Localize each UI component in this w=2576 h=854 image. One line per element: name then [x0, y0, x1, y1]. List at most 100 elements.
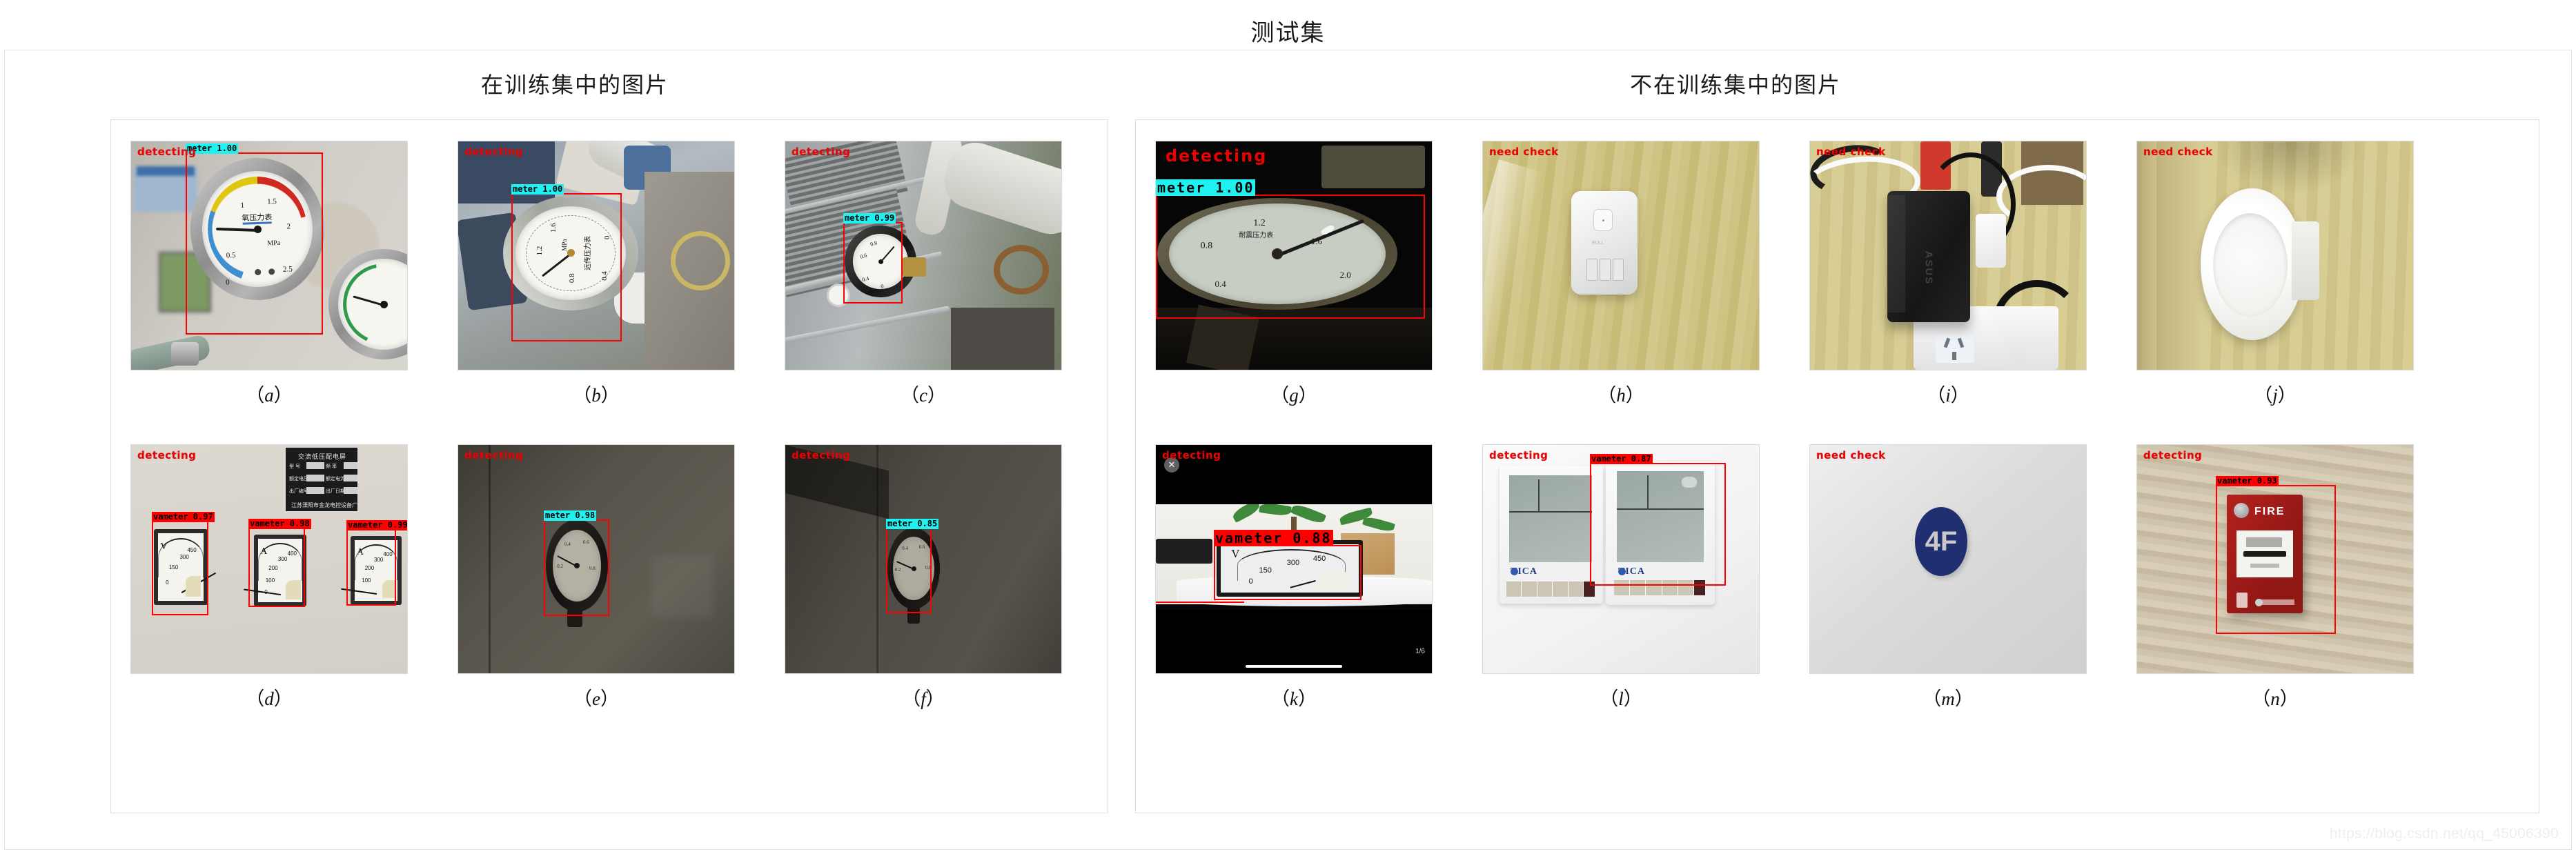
figure-j-image[interactable]: need check — [2136, 141, 2414, 370]
status-label: detecting — [792, 146, 851, 158]
figure-h-image[interactable]: BULL need check — [1482, 141, 1760, 370]
usb-port — [1613, 259, 1624, 281]
figure-row: 交流低压配电屏 型 号 频 率 额定电压 额定电流 出厂编号 出厂日期 江苏溧阳… — [111, 444, 1108, 748]
down-button[interactable] — [1568, 582, 1584, 597]
section-header-not-in-training: 不在训练集中的图片 — [1630, 72, 1842, 97]
nameplate-title: 交流低压配电屏 — [298, 453, 347, 460]
figure-c: 0.8 0.6 0.4 0 detecting meter 0.99 （c） — [785, 141, 1062, 444]
detection-label: meter 0.85 — [886, 519, 939, 529]
power-button[interactable] — [1593, 209, 1613, 231]
usb-charger: BULL — [1571, 191, 1638, 295]
figure-caption: （i） — [1927, 385, 1969, 406]
figure-caption: （n） — [2252, 688, 2299, 709]
caption-letter: b — [591, 385, 601, 406]
figure-b: 远传压力表 1.2 1.6 0.8 0.4 0 MPa detecting me… — [458, 141, 735, 444]
detection-box: meter 1.00 — [511, 184, 622, 341]
caption-letter: e — [592, 688, 600, 709]
status-label: detecting — [1162, 449, 1221, 461]
floor-sign: 4F — [1915, 507, 1967, 576]
figure-e-image[interactable]: 0.4 0.6 0.2 0.8 detecting meter 0.98 — [458, 444, 735, 674]
detection-box: meter 0.85 — [886, 519, 939, 613]
figure-row: 氧压力表 0.5 0 1 1.5 2 2.5 MPa detecting met… — [111, 141, 1108, 444]
watermark: https://blog.csdn.net/qq_45006390 — [2329, 826, 2559, 842]
equipment-nameplate: 交流低压配电屏 型 号 频 率 额定电压 额定电流 出厂编号 出厂日期 江苏溧阳… — [284, 446, 359, 513]
nameplate-row: 额定电压 — [289, 477, 308, 481]
detection-label: vameter 0.97 — [152, 512, 215, 522]
figure-f-image[interactable]: 0.4 0.6 0.2 0.8 detecting meter 0.85 — [785, 444, 1062, 674]
figure-b-image[interactable]: 远传压力表 1.2 1.6 0.8 0.4 0 MPa detecting me… — [458, 141, 735, 370]
figure-i-image[interactable]: ASUS need check — [1809, 141, 2087, 370]
heat-button[interactable] — [1522, 582, 1537, 597]
detection-label: vameter 0.93 — [2216, 476, 2279, 486]
figure-a-image[interactable]: 氧压力表 0.5 0 1 1.5 2 2.5 MPa detecting met… — [130, 141, 408, 370]
status-label: detecting — [792, 449, 851, 461]
status-label: detecting — [464, 449, 524, 461]
detection-label: meter 0.99 — [843, 213, 896, 224]
detection-box: vameter 0.97 — [152, 512, 215, 615]
usb-port — [1600, 259, 1611, 281]
nameplate-row: 频 率 — [326, 464, 337, 469]
figure-caption: （a） — [246, 385, 293, 406]
figure-d: 交流低压配电屏 型 号 频 率 额定电压 额定电流 出厂编号 出厂日期 江苏溧阳… — [130, 444, 408, 748]
figure-caption: （e） — [573, 688, 619, 709]
page-title: 测试集 — [1250, 21, 1326, 46]
figure-e: 0.4 0.6 0.2 0.8 detecting meter 0.98 （e） — [458, 444, 735, 748]
detection-label: vameter 0.98 — [248, 519, 311, 529]
status-label: detecting — [1489, 449, 1548, 461]
figure-m: 4F need check （m） — [1809, 444, 2087, 748]
panel-in-training: 氧压力表 0.5 0 1 1.5 2 2.5 MPa detecting met… — [110, 119, 1108, 813]
cool-button[interactable] — [1537, 582, 1553, 597]
figure-c-image[interactable]: 0.8 0.6 0.4 0 detecting meter 0.99 — [785, 141, 1062, 370]
figure-k-image[interactable]: V 450 300 150 0 ✕ 1/6 detecting vameter … — [1155, 444, 1433, 674]
page-counter: 1/6 — [1415, 648, 1425, 655]
detection-box: meter 1.00 — [186, 143, 323, 335]
section-headers: 在训练集中的图片 不在训练集中的图片 — [5, 50, 2571, 123]
detection-box: meter 1.00 — [1156, 179, 1425, 319]
caption-letter: n — [2270, 688, 2280, 709]
status-label: detecting — [1166, 146, 1268, 166]
figure-d-image[interactable]: 交流低压配电屏 型 号 频 率 额定电压 额定电流 出厂编号 出厂日期 江苏溧阳… — [130, 444, 408, 674]
detection-label: vameter 0.88 — [1214, 530, 1333, 546]
figure-l-image[interactable]: TICA TICA detecting vameter 0.87 — [1482, 444, 1760, 674]
detection-box: vameter 0.88 — [1214, 530, 1361, 600]
caption-letter: a — [264, 385, 274, 406]
caption-letter: c — [919, 385, 927, 406]
status-label: need check — [1489, 146, 1559, 158]
nameplate-footer: 江苏溧阳市金龙电控设备厂 — [291, 502, 357, 508]
usb-port — [1586, 259, 1597, 281]
figure-grid-left: 氧压力表 0.5 0 1 1.5 2 2.5 MPa detecting met… — [111, 120, 1108, 813]
caption-letter: d — [264, 688, 274, 709]
figure-caption: （h） — [1597, 385, 1644, 406]
power-adapter: ASUS — [1887, 191, 1970, 322]
figure-m-image[interactable]: 4F need check — [1809, 444, 2087, 674]
home-indicator — [1246, 665, 1342, 668]
figure-n-image[interactable]: FIRE detecting vameter 0.93 — [2136, 444, 2414, 674]
caption-letter: g — [1289, 385, 1299, 406]
caption-letter: m — [1941, 688, 1955, 709]
panel-not-in-training: 1.2 0.8 1.6 2.0 0.4 耐震压力表 det — [1135, 119, 2539, 813]
detection-box: vameter 0.98 — [248, 519, 311, 607]
figure-g-image[interactable]: 1.2 0.8 1.6 2.0 0.4 耐震压力表 det — [1155, 141, 1433, 370]
section-header-in-training: 在训练集中的图片 — [481, 72, 669, 97]
figure-caption: （j） — [2254, 385, 2297, 406]
detection-label: vameter 0.99 — [346, 520, 408, 530]
detection-label: meter 1.00 — [511, 184, 564, 195]
caption-letter: j — [2272, 385, 2278, 406]
detection-box: vameter 0.99 — [346, 520, 407, 606]
figure-f: 0.4 0.6 0.2 0.8 detecting meter 0.85 （f） — [785, 444, 1062, 748]
socket — [1936, 334, 1974, 363]
detection-label: meter 1.00 — [1156, 179, 1256, 196]
nameplate-row: 出厂日期 — [326, 489, 345, 494]
up-button[interactable] — [1553, 582, 1569, 597]
figure-row: V 450 300 150 0 ✕ 1/6 detecting vameter … — [1136, 444, 2539, 748]
power-button[interactable] — [1506, 582, 1522, 597]
figure-caption: （b） — [573, 385, 620, 406]
status-label: need check — [2143, 146, 2213, 158]
figure-grid-right: 1.2 0.8 1.6 2.0 0.4 耐震压力表 det — [1136, 120, 2539, 813]
detection-label: meter 0.98 — [544, 510, 597, 521]
button-row[interactable] — [1506, 582, 1595, 597]
status-label: need check — [1816, 146, 1886, 158]
status-label: detecting — [137, 449, 197, 461]
thermostat: TICA — [1500, 466, 1603, 604]
status-label: detecting — [2143, 449, 2203, 461]
